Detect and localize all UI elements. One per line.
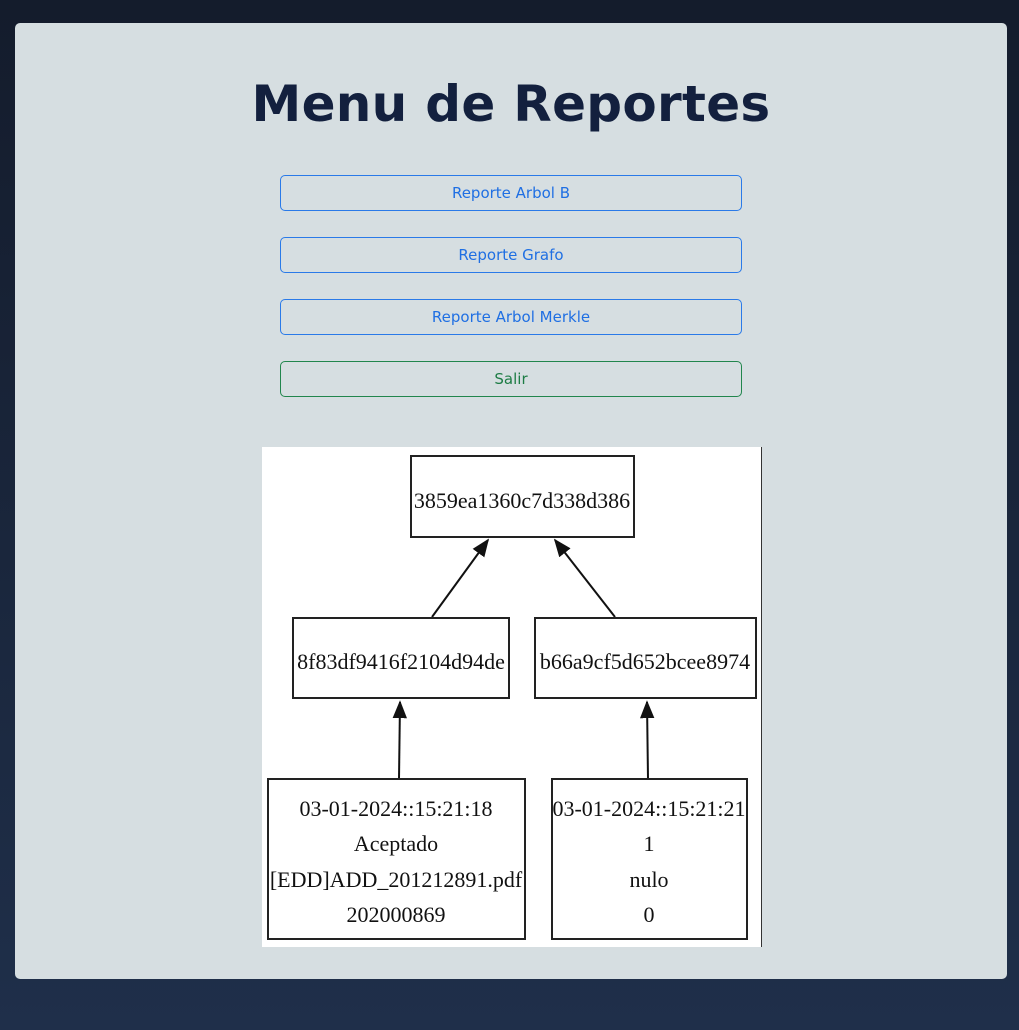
edge-left-to-root: [431, 538, 490, 618]
edge-rightleaf-to-right: [640, 700, 655, 780]
right-leaf-line-3: nulo: [629, 867, 668, 892]
merkle-root-node: 3859ea1360c7d338d386: [410, 455, 635, 538]
right-leaf-line-4: 0: [644, 902, 655, 927]
root-hash-text: 3859ea1360c7d338d386: [414, 488, 630, 513]
edge-right-to-root: [553, 538, 616, 618]
right-leaf-line-1: 03-01-2024::15:21:21: [552, 796, 745, 821]
edge-leftleaf-to-left: [392, 700, 407, 780]
left-leaf-line-4: 202000869: [347, 902, 446, 927]
right-hash-text: b66a9cf5d652bcee8974: [540, 649, 750, 674]
page-title: Menu de Reportes: [251, 75, 771, 133]
merkle-left-leaf-node: 03-01-2024::15:21:18 Aceptado [EDD]ADD_2…: [267, 778, 526, 940]
salir-button[interactable]: Salir: [280, 361, 742, 397]
left-leaf-line-2: Aceptado: [354, 831, 438, 856]
reporte-arbol-merkle-button[interactable]: Reporte Arbol Merkle: [280, 299, 742, 335]
left-leaf-line-3: [EDD]ADD_201212891.pdf: [270, 867, 523, 892]
left-leaf-line-1: 03-01-2024::15:21:18: [299, 796, 492, 821]
merkle-tree-diagram: 3859ea1360c7d338d386 8f83df9416f2104d94d…: [267, 455, 757, 940]
reporte-arbol-b-button[interactable]: Reporte Arbol B: [280, 175, 742, 211]
left-hash-text: 8f83df9416f2104d94de: [297, 649, 505, 674]
merkle-left-hash-node: 8f83df9416f2104d94de: [292, 617, 510, 699]
merkle-right-hash-node: b66a9cf5d652bcee8974: [534, 617, 757, 699]
reporte-grafo-button[interactable]: Reporte Grafo: [280, 237, 742, 273]
merkle-right-leaf-node: 03-01-2024::15:21:21 1 nulo 0: [551, 778, 748, 940]
reports-card: Menu de Reportes Reporte Arbol B Reporte…: [15, 23, 1007, 979]
right-leaf-line-2: 1: [644, 831, 655, 856]
merkle-tree-report-image: 3859ea1360c7d338d386 8f83df9416f2104d94d…: [262, 447, 762, 947]
